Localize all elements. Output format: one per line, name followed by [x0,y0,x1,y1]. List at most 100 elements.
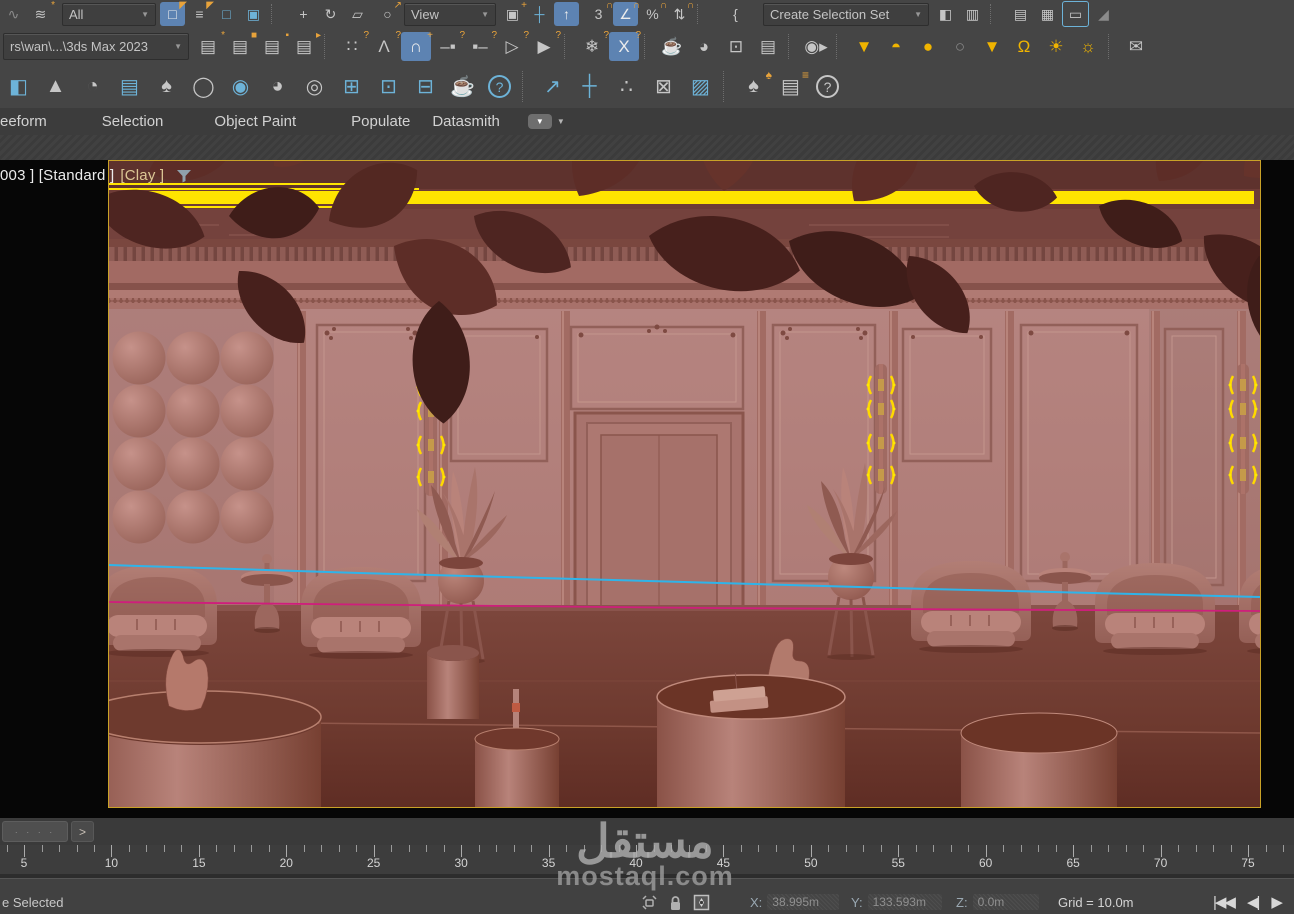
scene-explorer-toggle[interactable]: ▭ [1062,1,1089,27]
window-play-icon[interactable]: ⊡ [372,70,405,103]
target-light-icon[interactable]: ▼ [977,32,1007,61]
freeze-snowflake-icon[interactable]: ❄? [577,31,609,61]
previous-frame-button[interactable]: ◀| [1247,893,1261,911]
tab-freeform[interactable]: eeform [0,113,47,130]
window-crossing-toggle[interactable]: ▣ [241,2,266,26]
xform-toggle-button[interactable]: X? [609,31,641,61]
geodesic-sphere-icon[interactable]: ○ [945,32,975,61]
layered-spheres-icon[interactable]: ◉ [224,70,257,103]
create-selection-set-dropdown[interactable]: Create Selection Set ▼ [763,2,929,26]
ik-chain-icon[interactable]: Λ? [369,31,401,61]
curve-editor-button[interactable]: ◢ [1091,2,1116,26]
select-and-rotate-button[interactable]: ↻ [318,2,343,26]
sphere-light-icon[interactable]: ● [913,32,943,61]
keyboard-shortcut-override-toggle[interactable]: ↑ [554,2,579,26]
list-document-icon[interactable]: ▤ [113,70,146,103]
selection-filter-dropdown[interactable]: All ▼ [62,2,156,26]
select-and-place-button[interactable]: ○ ↗ [375,1,402,26]
align-button[interactable]: ▥ [960,2,985,26]
selection-lock-icon[interactable] [669,894,682,911]
render-presets-icon[interactable]: ▤ [753,32,783,61]
timeline-ruler[interactable]: 5 10 15 20 25 30 35 40 45 50 55 60 65 70 75 [0,845,1294,878]
window-split-icon[interactable]: ⊟ [409,70,442,103]
go-to-start-button[interactable]: |◀◀ [1213,893,1236,911]
angle-snap-toggle[interactable]: ∠ ∩ [613,1,640,26]
sun-rays-icon[interactable]: ☼ [1073,32,1103,61]
render-iterative-icon[interactable]: ◕ [689,32,719,61]
reference-coordinate-system-dropdown[interactable]: View ▼ [404,2,496,26]
select-object-button[interactable]: □ ◤ [160,1,187,26]
palette-icon[interactable]: ◕ [261,70,294,103]
viewport-mode-label[interactable]: [Clay ] [120,167,164,184]
macro-recorder-icon[interactable]: ▤ * [193,31,225,61]
open-script-icon[interactable]: ▤ ■ [225,31,257,61]
video-camera-icon[interactable]: ◉▸ [801,32,831,61]
layer-explorer-button[interactable]: ▤ [1008,2,1033,26]
tab-populate[interactable]: Populate [351,113,410,130]
terrain-icon[interactable]: ▲ [39,70,72,103]
envelope-icon[interactable]: ✉ [1121,32,1151,61]
track-bar[interactable]: · · · · > [0,818,1294,846]
x-coordinate-field[interactable]: 38.995m [767,894,840,910]
edit-named-selection-sets-button[interactable]: { [723,2,748,26]
boolean-saw-icon[interactable]: ◔ [76,70,109,103]
lines-document-icon[interactable]: ▤ ≡ [774,69,809,103]
sun-positioner-icon[interactable]: ☀ [1041,32,1071,61]
expand-squares-icon[interactable]: ▨ [684,70,717,103]
help2-button[interactable]: ? [811,70,844,103]
viewport-canvas[interactable] [108,160,1261,808]
teapot-preview-icon[interactable]: ☕ [446,70,479,103]
scatter-spheres-icon[interactable]: ∴ [610,70,643,103]
viewport-filter-icon[interactable] [176,169,192,183]
forest-trees-icon[interactable]: ♠ ♠ [737,69,772,103]
tab-selection[interactable]: Selection [102,113,164,130]
select-and-manipulate-button[interactable]: ┼ [527,2,552,26]
tab-object-paint[interactable]: Object Paint [214,113,296,130]
fire-ring-icon[interactable]: ◯ [187,70,220,103]
tab-datasmith[interactable]: Datasmith [432,113,500,130]
paint-objects-icon[interactable]: ⊠ [647,70,680,103]
select-and-link-icon[interactable]: ∿ [1,2,26,26]
slider-min-icon[interactable]: –▪? [433,31,465,61]
lightbulb-icon[interactable]: ◎ [298,70,331,103]
edit-script-icon[interactable]: ▤ ▸ [289,31,321,61]
ribbon-overflow-button[interactable]: ▼ ▼ [527,114,565,129]
viewport-label[interactable]: 003 ] [Standard ] [Clay ] [0,167,192,184]
project-folder-dropdown[interactable]: rs\wan\...\3ds Max 2023 ▼ [3,33,189,60]
rectangular-selection-region-button[interactable]: □ [214,2,239,26]
select-by-name-button[interactable]: ≡ ◤ [187,1,214,26]
play-button[interactable]: ▶ [1271,893,1282,911]
mirror-button[interactable]: ◧ [933,2,958,26]
tree-cutout-icon[interactable]: ♠ [150,70,183,103]
isolate-selection-icon[interactable] [641,894,658,911]
free-light-icon[interactable]: Ω [1009,32,1039,61]
viewport-style-label[interactable]: [Standard ] [39,167,115,184]
pivot-target-icon[interactable]: ┼ [573,70,606,103]
next-frame-arrow-button[interactable]: > [71,821,94,842]
target-spot-light-icon[interactable]: ▼ [849,32,879,61]
grid-points-icon[interactable]: ∷? [337,31,369,61]
snap-toggle-3d-button[interactable]: 3 ∩ [586,1,613,26]
y-coordinate-field[interactable]: 133.593m [867,894,942,910]
time-slider-handle[interactable]: · · · · [2,821,68,842]
snaps-toggle-button[interactable]: ∩ + [401,31,433,61]
arrow-filled-icon[interactable]: ▶? [529,31,561,61]
teapot-render-icon[interactable]: ☕ [657,32,687,61]
dome-light-icon[interactable]: ◓ [881,32,911,61]
select-and-scale-button[interactable]: ▱ [345,2,370,26]
absolute-mode-icon[interactable] [693,894,710,911]
script-links-icon[interactable]: ▤ ▪ [257,31,289,61]
percent-snap-toggle[interactable]: % ∩ [640,1,667,26]
edge-partial-icon[interactable]: ◧ [2,70,35,103]
window-columns-icon[interactable]: ⊞ [335,70,368,103]
arrow-outline-icon[interactable]: ▷? [497,31,529,61]
unlink-selection-icon[interactable]: ≋ * [28,1,55,26]
z-coordinate-field[interactable]: 0.0m [972,894,1039,910]
use-pivot-point-center-button[interactable]: ▣ + [500,1,527,26]
select-and-move-button[interactable]: + [291,2,316,26]
viewport-camera-name[interactable]: 003 ] [0,167,34,184]
manage-layers-button[interactable]: ▦ [1035,2,1060,26]
help-button[interactable]: ? [483,70,516,103]
spinner-snap-toggle[interactable]: ⇅ ∩ [667,1,694,26]
render-setup-icon[interactable]: ⊡ [721,32,751,61]
